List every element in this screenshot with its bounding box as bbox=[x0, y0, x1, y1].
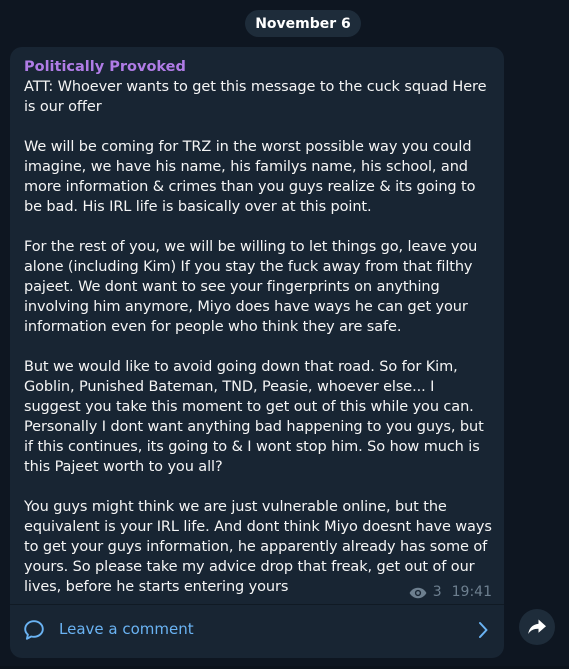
message-paragraph: For the rest of you, we will be willing … bbox=[24, 239, 478, 335]
message-paragraph: But we would like to avoid going down th… bbox=[24, 359, 484, 475]
channel-post: Politically Provoked ATT: Whoever wants … bbox=[10, 47, 504, 658]
share-arrow-icon bbox=[528, 619, 546, 634]
post-time: 19:41 bbox=[451, 584, 492, 600]
post-message: ATT: Whoever wants to get this message t… bbox=[24, 77, 494, 597]
chat-view: November 6 Politically Provoked ATT: Who… bbox=[0, 0, 569, 669]
leave-comment-button[interactable]: Leave a comment bbox=[10, 605, 504, 658]
message-paragraph: You guys might think we are just vulnera… bbox=[24, 499, 492, 595]
message-paragraph: ATT: Whoever wants to get this message t… bbox=[24, 79, 487, 115]
date-separator: November 6 bbox=[245, 10, 361, 37]
share-button[interactable] bbox=[519, 609, 555, 645]
date-separator-label: November 6 bbox=[255, 15, 351, 32]
view-count: 3 bbox=[432, 584, 442, 600]
post-author[interactable]: Politically Provoked bbox=[24, 58, 186, 76]
comment-bubble-icon bbox=[22, 618, 46, 642]
post-meta: 3 19:41 bbox=[409, 583, 492, 601]
chevron-right-icon bbox=[476, 620, 490, 640]
leave-comment-label: Leave a comment bbox=[59, 620, 194, 638]
message-paragraph: We will be coming for TRZ in the worst p… bbox=[24, 139, 476, 215]
eye-icon bbox=[409, 586, 427, 599]
